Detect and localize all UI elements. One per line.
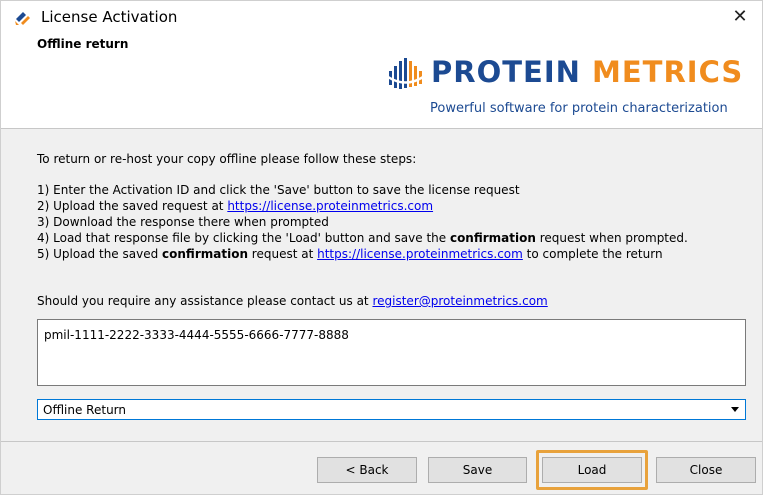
step-5-bold: confirmation [162, 247, 248, 261]
step-5-text: 5) Upload the saved [37, 247, 163, 261]
mode-select[interactable]: Offline Return [37, 399, 746, 420]
protein-metrics-logo: PROTEIN METRICS Powerful software for pr… [387, 55, 763, 125]
activation-id-input[interactable]: pmil-1111-2222-3333-4444-5555-6666-7777-… [37, 319, 746, 386]
mode-select-value: Offline Return [43, 403, 127, 417]
license-activation-dialog: License Activation ✕ Offline return PROT… [0, 0, 763, 495]
step-2: 2) Upload the saved request at https://l… [37, 199, 433, 213]
step-2-text: 2) Upload the saved request at [37, 199, 228, 213]
logo-wordmark: PROTEIN METRICS [431, 55, 743, 89]
license-portal-link-2[interactable]: https://license.proteinmetrics.com [317, 247, 523, 261]
back-button[interactable]: < Back [317, 457, 417, 483]
step-5-mid: request at [247, 247, 318, 261]
contact-email-link[interactable]: register@proteinmetrics.com [372, 294, 547, 308]
step-4-suffix: request when prompted. [535, 231, 688, 245]
step-4: 4) Load that response file by clicking t… [37, 231, 688, 245]
page-title: Offline return [37, 37, 129, 51]
app-logo-icon [15, 12, 30, 25]
logo-tagline: Powerful software for protein characteri… [430, 101, 728, 116]
close-button[interactable]: Close [656, 457, 756, 483]
step-4-text: 4) Load that response file by clicking t… [37, 231, 450, 245]
logo-mark-icon [387, 58, 427, 89]
title-bar: License Activation ✕ [1, 1, 762, 33]
instructions-intro: To return or re-host your copy offline p… [37, 152, 417, 166]
step-5: 5) Upload the saved confirmation request… [37, 247, 663, 261]
step-1: 1) Enter the Activation ID and click the… [37, 183, 520, 197]
close-icon[interactable]: ✕ [728, 5, 752, 29]
load-button-highlight [536, 450, 648, 490]
logo-word-protein: PROTEIN [431, 55, 592, 89]
contact-line: Should you require any assistance please… [37, 294, 548, 308]
logo-word-metrics: METRICS [592, 55, 744, 89]
contact-text: Should you require any assistance please… [37, 294, 373, 308]
activation-id-value: pmil-1111-2222-3333-4444-5555-6666-7777-… [44, 328, 349, 342]
step-3: 3) Download the response there when prom… [37, 215, 329, 229]
chevron-down-icon [731, 407, 739, 412]
license-portal-link[interactable]: https://license.proteinmetrics.com [227, 199, 433, 213]
step-5-suffix: to complete the return [522, 247, 663, 261]
content-panel [1, 129, 762, 441]
step-4-bold: confirmation [449, 231, 536, 245]
save-button[interactable]: Save [428, 457, 527, 483]
window-title: License Activation [41, 8, 178, 26]
